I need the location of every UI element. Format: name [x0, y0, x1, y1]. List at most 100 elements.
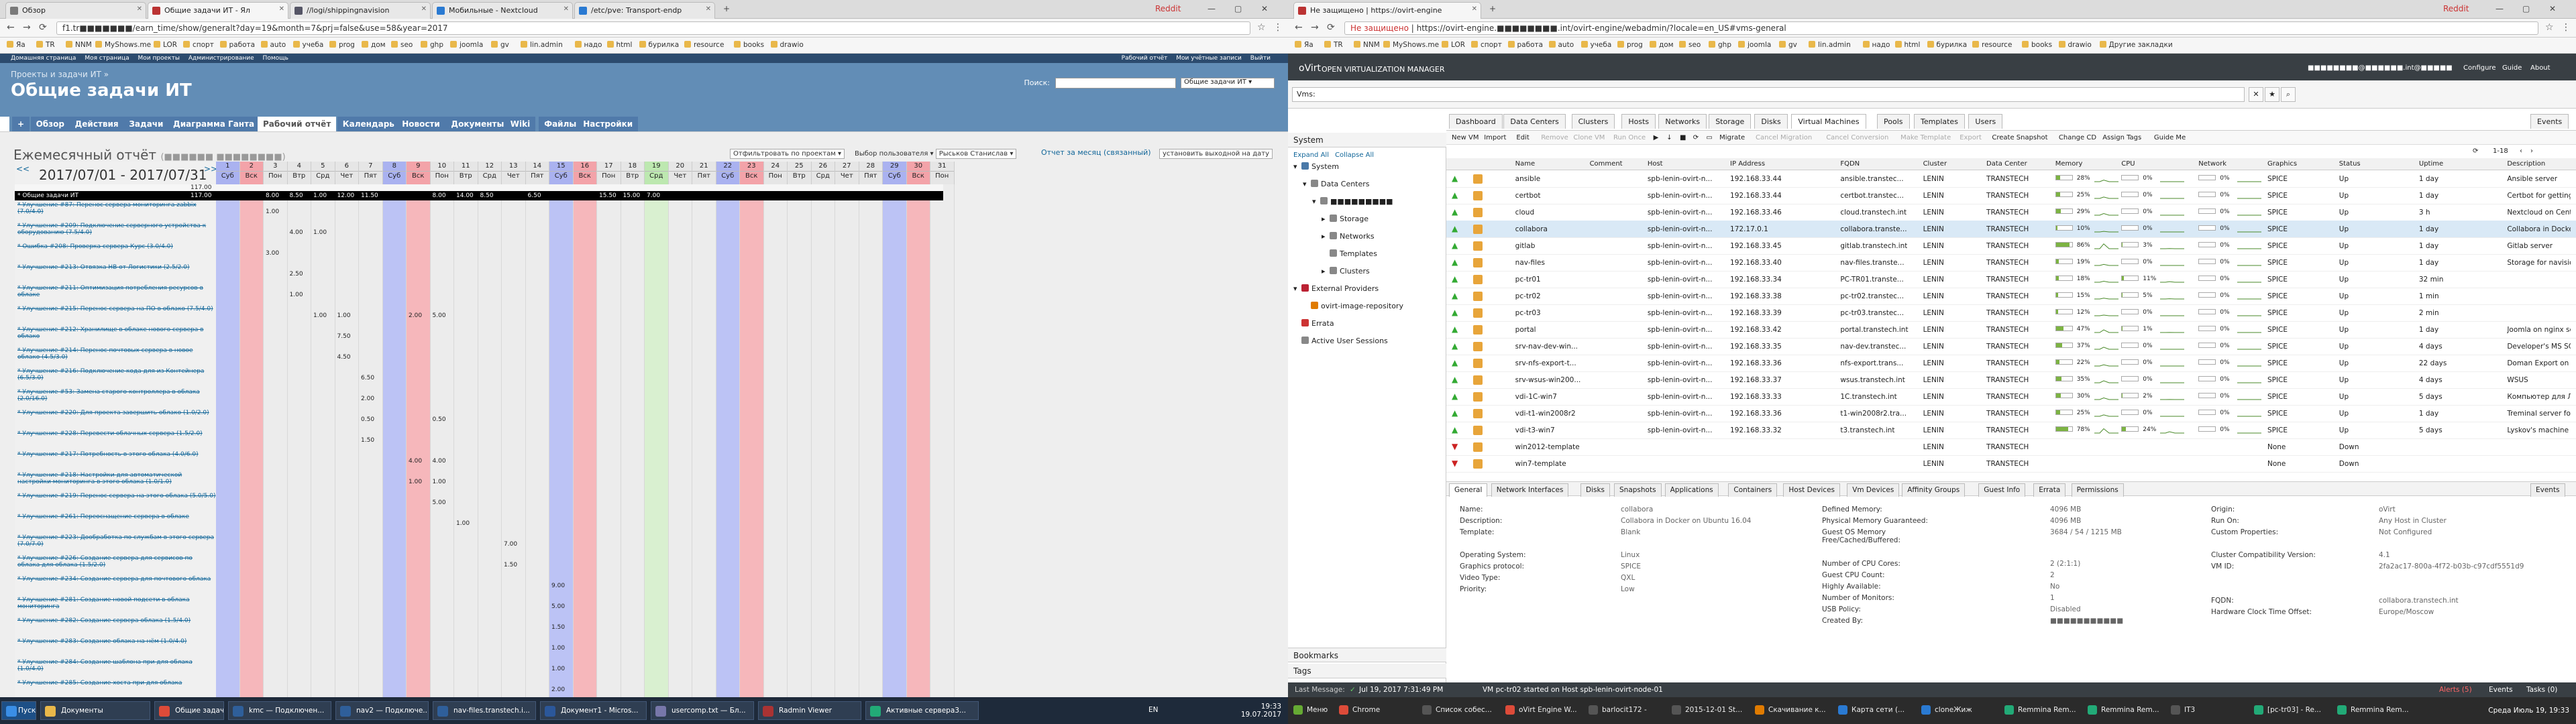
main-tab[interactable]: Data Centers	[1503, 114, 1566, 129]
day-header[interactable]: 25 Втр	[788, 162, 812, 184]
toolbar-button[interactable]: ▶	[1654, 134, 1659, 141]
day-header[interactable]: 27 Чет	[835, 162, 859, 184]
hours-cell[interactable]: 0.50	[433, 416, 446, 423]
menu-tab-9[interactable]: Wiki	[504, 117, 536, 131]
bookmark-item[interactable]: books	[734, 41, 764, 49]
bookmark-item[interactable]: lin.admin	[1809, 41, 1851, 49]
system-clock[interactable]: 19:33 19.07.2017	[1228, 703, 1281, 719]
bookmark-item[interactable]: prog	[329, 41, 355, 49]
tree-toggle-icon[interactable]: ▸	[1322, 232, 1330, 241]
hours-cell[interactable]: 1.00	[313, 229, 327, 236]
detail-tab[interactable]: Disks	[1580, 483, 1611, 497]
day-header[interactable]: 11 Втр	[454, 162, 478, 184]
task-link[interactable]: * Улучшение #209: Подключение серверного…	[15, 223, 216, 242]
column-header[interactable]: Status	[2339, 160, 2361, 168]
bookmark-item[interactable]: seo	[1679, 41, 1701, 49]
detail-tab[interactable]: Applications	[1664, 483, 1719, 497]
left-menu-icon[interactable]: ⋮	[1273, 22, 1283, 33]
bookmark-item[interactable]: учеба	[1580, 41, 1611, 49]
toolbar-button[interactable]: ▭	[1706, 134, 1712, 141]
vm-row[interactable]: ▲ certbot spb-lenin-ovirt-n... 192.168.33.4…	[1446, 187, 2576, 204]
day-header[interactable]: 9 Вск	[407, 162, 431, 184]
column-header[interactable]: CPU	[2121, 160, 2135, 168]
bookmark-item[interactable]: Яа	[1295, 41, 1313, 49]
bookmark-item[interactable]: drawio	[770, 41, 804, 49]
column-header[interactable]: Network	[2198, 160, 2226, 168]
hours-cell[interactable]: 5.00	[433, 499, 446, 506]
right-close-icon[interactable]: ✕	[2549, 4, 2556, 13]
toolbar-button[interactable]: ⟳	[1693, 134, 1699, 141]
bookmark-item[interactable]: gv	[491, 41, 509, 49]
day-header[interactable]: 14 Пят	[525, 162, 549, 184]
browser-tab[interactable]: Общие задачи ИТ - Ял ✕	[148, 2, 288, 19]
taskbar-app[interactable]: kmc — Подключен...	[228, 701, 331, 720]
taskbar-app[interactable]: Документ1 - Micros...	[540, 701, 647, 720]
bookmark-item[interactable]: надо	[574, 41, 602, 49]
day-header[interactable]: 26 Срд	[811, 162, 835, 184]
tab-close-icon[interactable]: ✕	[706, 5, 711, 13]
project-jump-select[interactable]: Общие задачи ИТ ▾	[1181, 78, 1275, 88]
top-link-help[interactable]: Помощь	[263, 55, 288, 62]
prev-month-link[interactable]: <<	[16, 164, 30, 174]
start-button[interactable]: Пуск	[1, 701, 36, 720]
menu-tab-4[interactable]: Диаграмма Ганта	[168, 117, 260, 131]
panel-app[interactable]: Скачивание к...	[1752, 700, 1833, 721]
search-icon[interactable]: ⌕	[2281, 87, 2296, 102]
bookmark-item[interactable]: LOR	[1442, 41, 1465, 49]
bookmark-item[interactable]: бурилка	[1927, 41, 1967, 49]
bookmark-item[interactable]: joomla	[1738, 41, 1771, 49]
vm-row[interactable]: ▲ srv-nav-dev-win... spb-lenin-ovirt-n... 1…	[1446, 338, 2576, 355]
tab-close-icon[interactable]: ✕	[1472, 5, 1477, 13]
panel-app[interactable]: Chrome	[1336, 700, 1417, 721]
menu-tab-7[interactable]: Новости	[396, 117, 445, 131]
tags-panel-header[interactable]: Tags	[1288, 664, 1446, 678]
bookmark-item[interactable]: seo	[391, 41, 413, 49]
right-url-input[interactable]: Не защищено | https://ovirt-engine.■■■■■…	[1344, 21, 2538, 35]
tree-item[interactable]: ▸ Storage	[1322, 215, 1368, 223]
main-tab[interactable]: Pools	[1877, 114, 1910, 129]
detail-tab[interactable]: General	[1449, 483, 1488, 497]
vm-row[interactable]: ▲ collabora spb-lenin-ovirt-n... 172.17.0.1…	[1446, 221, 2576, 238]
bookmark-item[interactable]: дом	[1650, 41, 1674, 49]
main-tab[interactable]: Virtual Machines	[1791, 114, 1866, 129]
close-icon[interactable]: ✕	[1261, 4, 1268, 13]
column-header[interactable]: Name	[1515, 160, 1536, 168]
task-link[interactable]: * Улучшение #87: Перенос сервера монитор…	[15, 202, 216, 221]
main-tab[interactable]: Clusters	[1571, 114, 1615, 129]
hours-cell[interactable]: 5.00	[551, 603, 565, 610]
bookmark-item[interactable]: prog	[1617, 41, 1643, 49]
day-header[interactable]: 1 Суб	[216, 162, 240, 184]
clear-search-icon[interactable]: ✕	[2249, 87, 2263, 102]
vm-row[interactable]: ▲ vdi-t1-win2008r2 spb-lenin-ovirt-n... 192…	[1446, 405, 2576, 422]
day-header[interactable]: 5 Срд	[311, 162, 335, 184]
user-name[interactable]: ■■■■■■■■@■■■■■■.int@■■■■■	[2308, 64, 2453, 72]
task-link[interactable]: * Улучшение #219: Перенос сервера на это…	[15, 493, 216, 512]
hours-cell[interactable]: 1.00	[337, 312, 351, 319]
task-link[interactable]: * Улучшение #261: Переоснащение сервера …	[15, 514, 216, 533]
column-header[interactable]: FQDN	[1840, 160, 1860, 168]
hours-cell[interactable]: 1.50	[504, 562, 517, 568]
taskbar-app[interactable]: nav2 — Подключе...	[335, 701, 429, 720]
toolbar-button[interactable]: Import	[1484, 134, 1506, 141]
detail-tab[interactable]: Snapshots	[1614, 483, 1662, 497]
bookmark-item[interactable]: LOR	[154, 41, 177, 49]
menu-tab-3[interactable]: Задачи	[123, 117, 169, 131]
day-header[interactable]: 19 Срд	[645, 162, 669, 184]
task-link[interactable]: * Улучшение #226: Создание сервера для с…	[15, 555, 216, 575]
top-link-admin[interactable]: Администрирование	[189, 55, 254, 62]
task-link[interactable]: * Улучшение #281: Создание новой подсети…	[15, 597, 216, 616]
day-header[interactable]: 8 Суб	[382, 162, 407, 184]
bookmark-item[interactable]: NNM	[1354, 41, 1380, 49]
task-link[interactable]: * Улучшение #228: Перевести облачных сер…	[15, 430, 216, 450]
vm-row[interactable]: ▲ cloud spb-lenin-ovirt-n... 192.168.33.46 c…	[1446, 204, 2576, 221]
hours-cell[interactable]: 1.00	[551, 666, 565, 672]
alerts-counter[interactable]: Alerts (5)	[2439, 686, 2472, 694]
day-header[interactable]: 12 Срд	[478, 162, 502, 184]
task-link[interactable]: * Улучшение #216: Подключение кода для и…	[15, 368, 216, 387]
menu-tab-11[interactable]: Настройки	[578, 117, 639, 131]
toolbar-button[interactable]: Assign Tags	[2102, 134, 2141, 141]
toolbar-button[interactable]: New VM	[1452, 134, 1479, 141]
right-reload-icon[interactable]: ⟳	[1327, 22, 1335, 33]
column-header[interactable]: Graphics	[2267, 160, 2297, 168]
bookmark-item[interactable]: auto	[260, 41, 286, 49]
